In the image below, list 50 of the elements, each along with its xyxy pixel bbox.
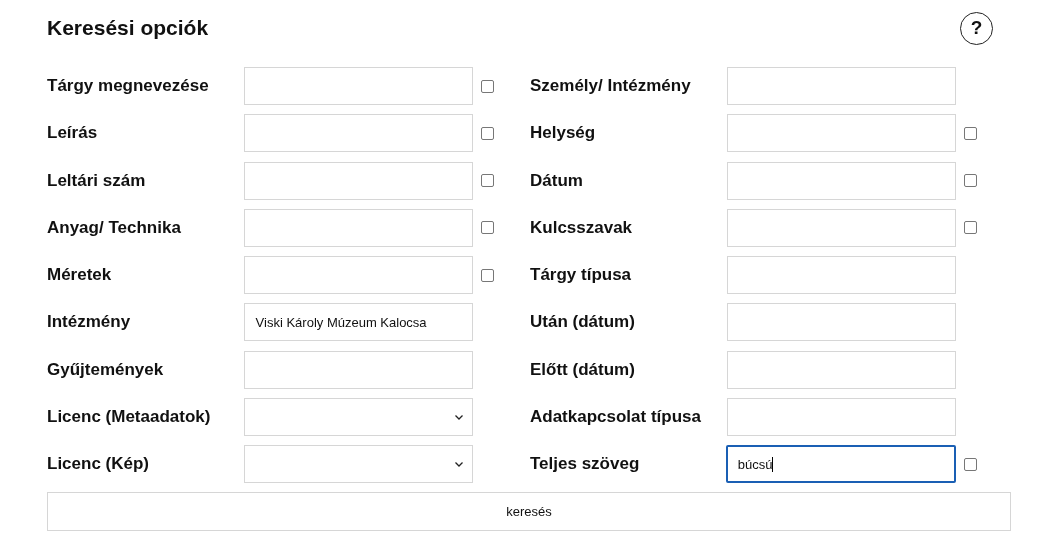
input-field[interactable]: búcsú	[725, 445, 957, 484]
checkbox[interactable]	[480, 79, 494, 93]
field-label: Anyag/ Technika	[47, 217, 182, 238]
checkbox[interactable]	[963, 221, 977, 235]
input-field[interactable]	[726, 350, 956, 389]
select-field[interactable]	[243, 445, 473, 484]
field-label: Tárgy típusa	[530, 265, 633, 286]
field-label: Intézmény	[47, 312, 132, 333]
input-field[interactable]	[243, 208, 473, 247]
field-label: Licenc (Kép)	[47, 454, 151, 475]
help-button[interactable]: ?	[960, 11, 993, 45]
input-field[interactable]	[243, 161, 473, 200]
input-field[interactable]: Viski Károly Múzeum Kalocsa	[243, 303, 473, 342]
input-field[interactable]	[726, 161, 956, 200]
input-field[interactable]	[243, 256, 473, 295]
checkbox[interactable]	[963, 174, 977, 188]
input-field[interactable]	[726, 114, 956, 153]
field-label: Személy/ Intézmény	[530, 76, 692, 96]
input-field[interactable]	[243, 114, 473, 153]
field-label: Méretek	[47, 265, 113, 286]
input-field[interactable]	[726, 67, 956, 105]
field-label: Tárgy megnevezése	[47, 76, 210, 96]
input-field[interactable]	[726, 208, 956, 247]
checkbox[interactable]	[480, 126, 494, 140]
input-field[interactable]	[726, 256, 956, 295]
search-button[interactable]: keresés	[47, 492, 1011, 532]
checkbox[interactable]	[480, 221, 494, 235]
caret-icon	[454, 461, 463, 467]
field-label: Dátum	[530, 170, 584, 191]
input-field[interactable]	[243, 350, 473, 389]
input-field[interactable]	[243, 67, 473, 105]
field-label: Kulcsszavak	[530, 217, 634, 238]
checkbox[interactable]	[480, 268, 494, 282]
input-field[interactable]	[726, 303, 956, 342]
field-label: Helység	[530, 123, 597, 144]
field-label: Teljes szöveg	[530, 454, 641, 475]
checkbox[interactable]	[480, 174, 494, 188]
field-label: Gyűjtemények	[47, 359, 165, 380]
select-field[interactable]	[243, 398, 473, 437]
checkbox[interactable]	[963, 126, 977, 140]
field-label: Leírás	[47, 123, 99, 144]
caret-icon	[454, 414, 463, 420]
field-label: Adatkapcsolat típusa	[530, 407, 702, 428]
field-label: Előtt (dátum)	[530, 359, 636, 380]
field-label: Leltári szám	[47, 170, 147, 191]
checkbox[interactable]	[964, 457, 978, 471]
field-label: Licenc (Metaadatok)	[47, 407, 212, 428]
form-title: Keresési opciók	[47, 16, 209, 40]
input-field[interactable]	[726, 398, 956, 437]
field-label: Után (dátum)	[530, 312, 636, 333]
